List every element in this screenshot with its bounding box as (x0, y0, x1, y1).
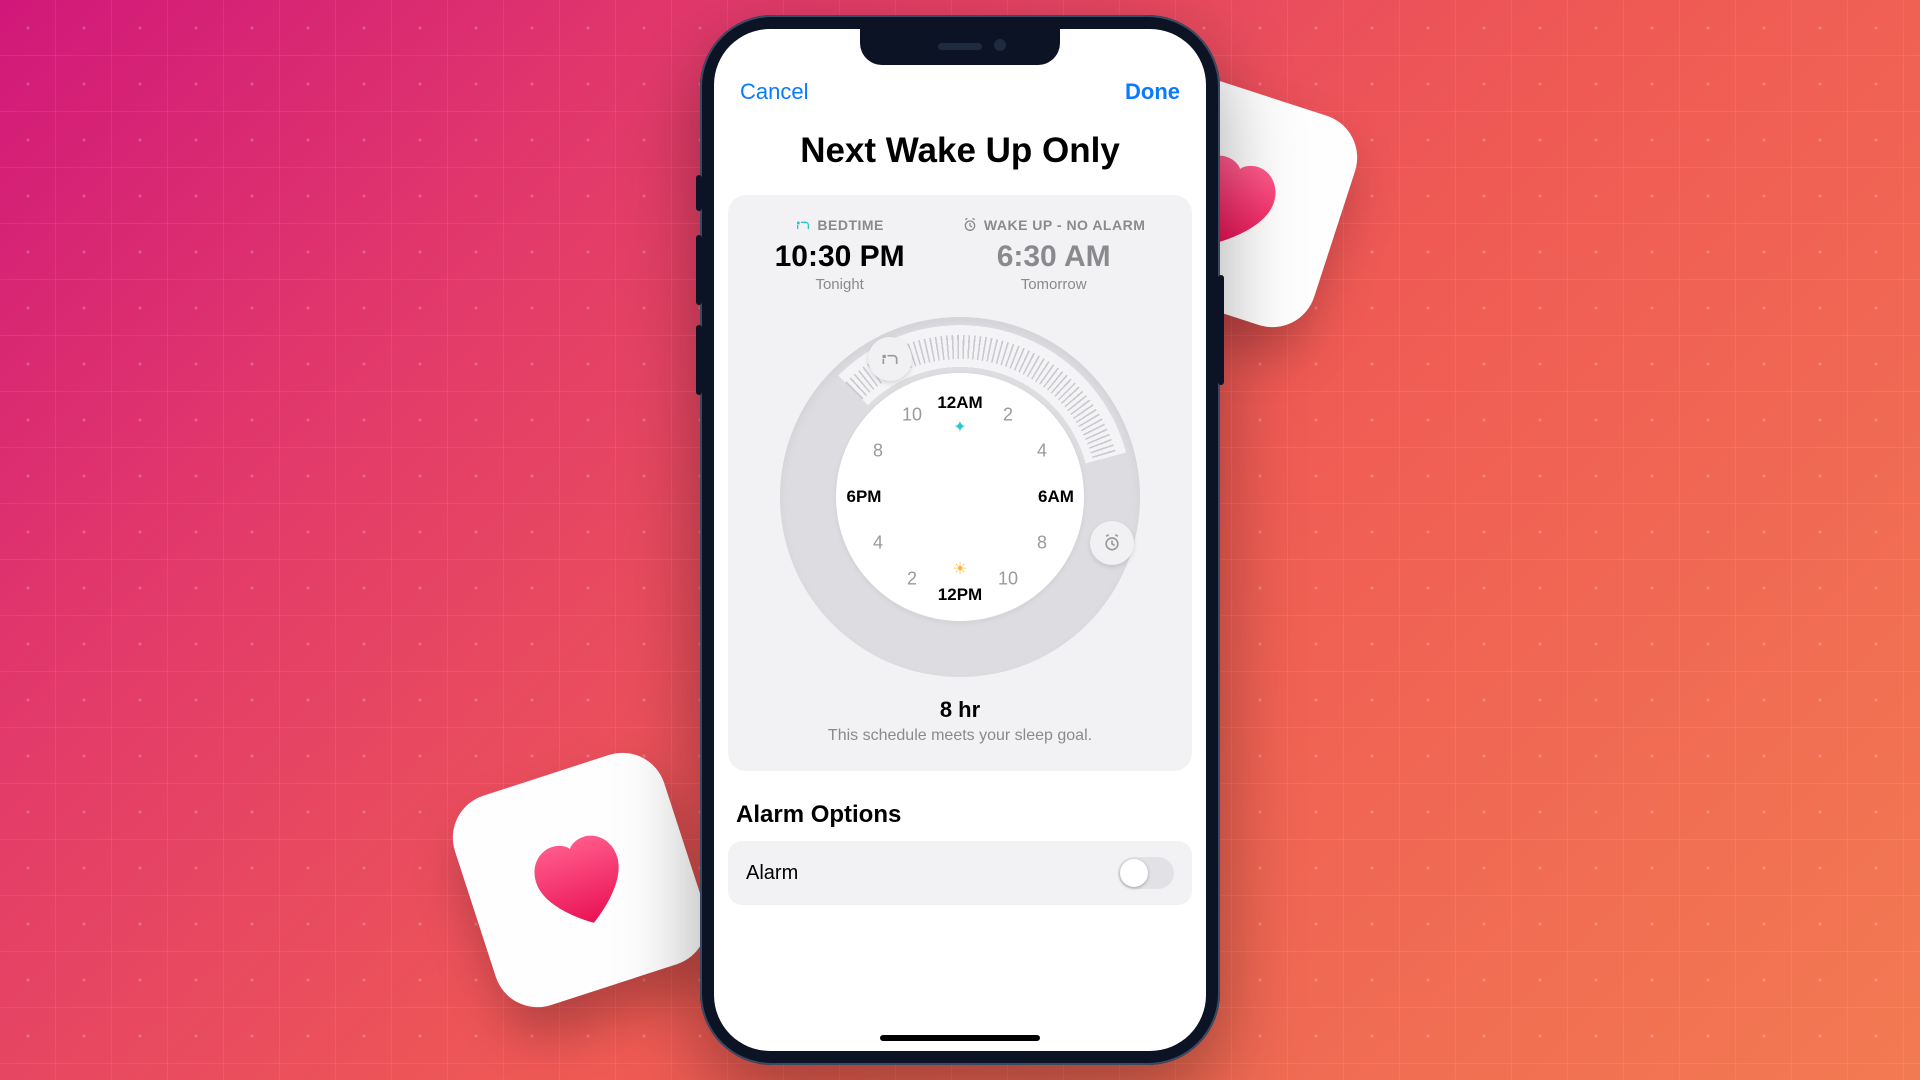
page-title: Next Wake Up Only (714, 115, 1206, 195)
wakeup-block: WAKE UP - NO ALARM 6:30 AM Tomorrow (962, 217, 1145, 293)
clock-4: 4 (1037, 441, 1047, 462)
wakeup-day: Tomorrow (962, 276, 1145, 293)
bedtime-block: BEDTIME 10:30 PM Tonight (775, 217, 905, 293)
clock-10: 10 (998, 569, 1018, 590)
bed-icon (795, 217, 811, 233)
clock-12am: 12AM (937, 393, 982, 413)
iphone-frame: Cancel Done Next Wake Up Only BEDTIME 10… (700, 15, 1220, 1065)
home-indicator[interactable] (880, 1035, 1040, 1041)
done-button[interactable]: Done (1125, 79, 1180, 105)
bedtime-value: 10:30 PM (775, 240, 905, 274)
bedtime-label: BEDTIME (795, 217, 884, 233)
wakeup-value: 6:30 AM (962, 240, 1145, 274)
sun-icon: ☀ (953, 559, 967, 579)
wakeup-handle[interactable] (1090, 521, 1134, 565)
sleep-dial[interactable]: 12AM 2 4 6AM 8 10 12PM 2 4 6PM 8 10 ✦ ☀ (780, 317, 1140, 677)
alarm-toggle-row: Alarm (728, 841, 1192, 905)
duration-hours: 8 hr (746, 697, 1174, 723)
clock-8t: 8 (873, 441, 883, 462)
sleep-duration: 8 hr This schedule meets your sleep goal… (746, 697, 1174, 745)
phone-screen: Cancel Done Next Wake Up Only BEDTIME 10… (714, 29, 1206, 1051)
clock-2b: 2 (907, 569, 917, 590)
duration-message: This schedule meets your sleep goal. (746, 727, 1174, 745)
clock-6am: 6AM (1038, 487, 1074, 507)
clock-12pm: 12PM (938, 585, 982, 605)
clock-8: 8 (1037, 533, 1047, 554)
wakeup-label-text: WAKE UP - NO ALARM (984, 217, 1145, 233)
clock-10t: 10 (902, 405, 922, 426)
alarm-label: Alarm (746, 862, 798, 885)
clock-6pm: 6PM (847, 487, 882, 507)
wakeup-label: WAKE UP - NO ALARM (962, 217, 1145, 233)
clock-4b: 4 (873, 533, 883, 554)
bedtime-handle[interactable] (868, 337, 912, 381)
alarm-toggle[interactable] (1118, 857, 1174, 889)
bedtime-label-text: BEDTIME (817, 217, 884, 233)
bedtime-day: Tonight (775, 276, 905, 293)
phone-notch (860, 29, 1060, 65)
alarm-icon (962, 217, 978, 233)
sparkle-icon: ✦ (953, 417, 966, 437)
schedule-card: BEDTIME 10:30 PM Tonight WAKE UP - NO AL… (728, 195, 1192, 771)
cancel-button[interactable]: Cancel (740, 79, 808, 105)
alarm-options-title: Alarm Options (714, 771, 1206, 841)
clock-2: 2 (1003, 405, 1013, 426)
